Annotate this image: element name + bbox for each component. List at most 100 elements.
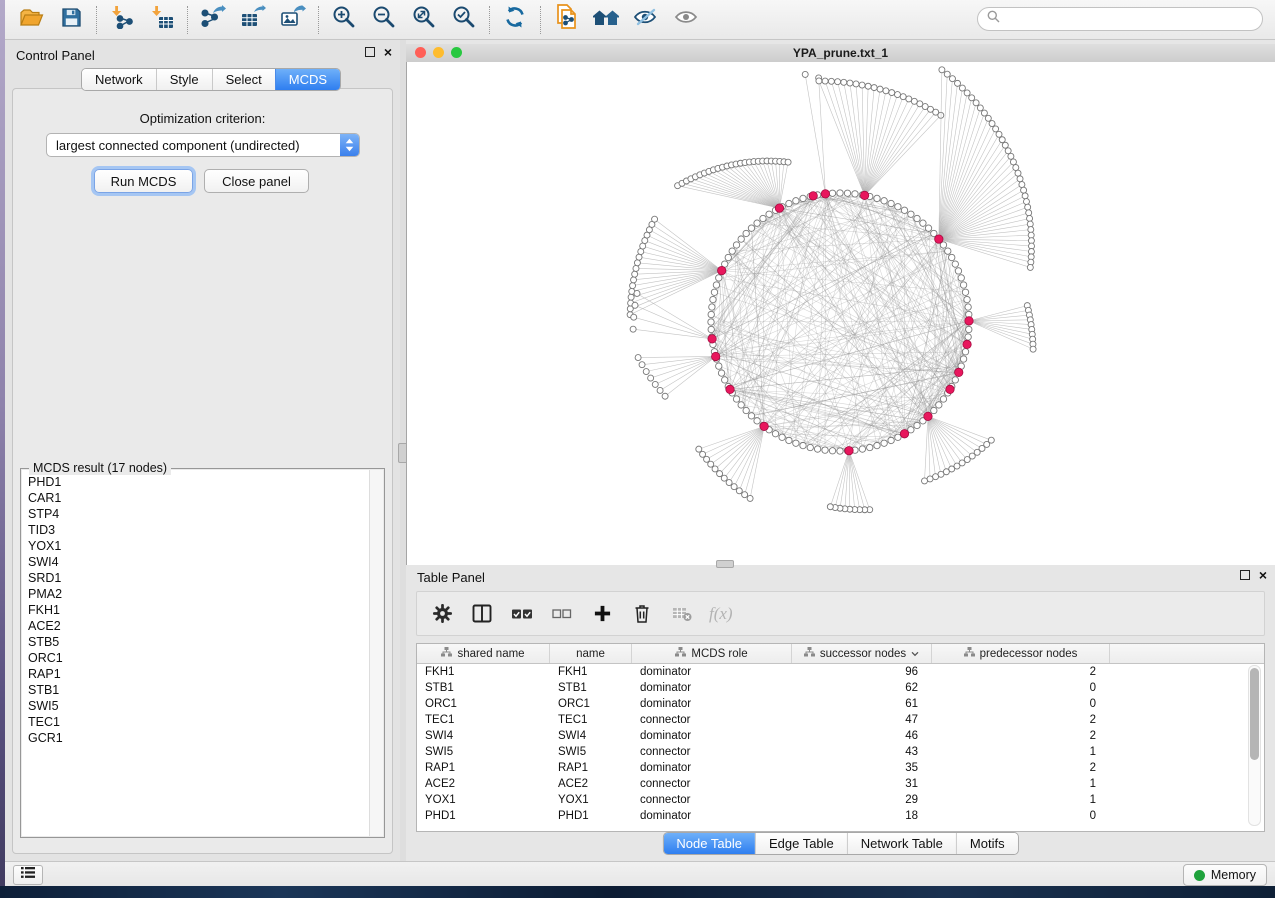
criterion-dropdown[interactable]: largest connected component (undirected) xyxy=(46,133,360,157)
import-network-button[interactable] xyxy=(102,4,142,36)
export-table-button[interactable] xyxy=(233,4,273,36)
add-column-button[interactable] xyxy=(589,601,615,627)
import-network-icon xyxy=(110,5,134,34)
mcds-result-group-title: MCDS result (17 nodes) xyxy=(29,461,171,475)
cell-successor_nodes: 61 xyxy=(792,698,932,710)
close-panel-icon[interactable]: × xyxy=(384,47,392,57)
table-row[interactable]: YOX1YOX1connector291 xyxy=(417,792,1264,808)
table-row[interactable]: FKH1FKH1dominator962 xyxy=(417,664,1264,680)
horizontal-splitter-handle[interactable] xyxy=(716,560,734,568)
split-view-icon[interactable] xyxy=(469,601,495,627)
control-panel-tabbar: NetworkStyleSelectMCDS xyxy=(81,68,341,91)
save-button[interactable] xyxy=(51,4,91,36)
mcds-result-item[interactable]: RAP1 xyxy=(22,666,369,682)
table-row[interactable]: SWI5SWI5connector431 xyxy=(417,744,1264,760)
close-panel-button[interactable]: Close panel xyxy=(204,169,309,193)
mcds-result-item[interactable]: ACE2 xyxy=(22,618,369,634)
tab-select[interactable]: Select xyxy=(212,69,275,90)
zoom-fit-button[interactable] xyxy=(404,4,444,36)
open-button[interactable] xyxy=(11,4,51,36)
table-row[interactable]: ACE2ACE2connector311 xyxy=(417,776,1264,792)
cell-shared_name: TEC1 xyxy=(417,714,550,726)
run-mcds-button[interactable]: Run MCDS xyxy=(94,169,193,193)
show-all-button[interactable] xyxy=(666,4,706,36)
table-tab-network-table[interactable]: Network Table xyxy=(847,833,956,854)
column-header-successor-nodes[interactable]: successor nodes xyxy=(792,644,932,663)
mcds-result-item[interactable]: TID3 xyxy=(22,522,369,538)
table-row[interactable]: ORC1ORC1dominator610 xyxy=(417,696,1264,712)
column-header-shared-name[interactable]: shared name xyxy=(417,644,550,663)
list-icon xyxy=(20,866,36,884)
cell-shared_name: ORC1 xyxy=(417,698,550,710)
tab-network[interactable]: Network xyxy=(82,69,156,90)
table-row[interactable]: TEC1TEC1connector472 xyxy=(417,712,1264,728)
import-table-button[interactable] xyxy=(142,4,182,36)
mcds-result-item[interactable]: FKH1 xyxy=(22,602,369,618)
mcds-result-item[interactable]: YOX1 xyxy=(22,538,369,554)
close-panel-icon[interactable]: × xyxy=(1259,570,1267,580)
network-graph xyxy=(407,62,1275,565)
table-tab-edge-table[interactable]: Edge Table xyxy=(755,833,847,854)
mcds-result-list[interactable]: PHD1CAR1STP4TID3YOX1SWI4SRD1PMA2FKH1ACE2… xyxy=(22,470,383,836)
duplicate-network-button[interactable] xyxy=(546,4,586,36)
table-row[interactable]: PHD1PHD1dominator180 xyxy=(417,808,1264,824)
table-scrollbar[interactable] xyxy=(1248,665,1261,826)
mcds-result-item[interactable]: PHD1 xyxy=(22,474,369,490)
table-row[interactable]: STB1STB1dominator620 xyxy=(417,680,1264,696)
search-field[interactable] xyxy=(977,7,1263,31)
mcds-result-item[interactable]: GCR1 xyxy=(22,730,369,746)
mcds-result-item[interactable]: TEC1 xyxy=(22,714,369,730)
settings-button[interactable] xyxy=(429,601,455,627)
table-row[interactable]: SWI4SWI4dominator462 xyxy=(417,728,1264,744)
tab-mcds[interactable]: MCDS xyxy=(275,69,340,90)
search-icon xyxy=(987,10,1000,28)
zoom-selected-button[interactable] xyxy=(444,4,484,36)
control-panel: Control Panel × NetworkStyleSelectMCDS O… xyxy=(5,40,400,862)
float-window-icon[interactable] xyxy=(1240,570,1250,580)
table-row[interactable]: RAP1RAP1dominator352 xyxy=(417,760,1264,776)
mcds-result-item[interactable]: STB1 xyxy=(22,682,369,698)
mcds-result-item[interactable]: SWI4 xyxy=(22,554,369,570)
network-window-titlebar[interactable]: YPA_prune.txt_1 xyxy=(406,44,1275,63)
mcds-result-item[interactable]: STB5 xyxy=(22,634,369,650)
cell-shared_name: STB1 xyxy=(417,682,550,694)
sort-order-icon[interactable] xyxy=(911,648,919,660)
refresh-button[interactable] xyxy=(495,4,535,36)
search-input[interactable] xyxy=(1005,11,1262,27)
zoom-in-button[interactable] xyxy=(324,4,364,36)
memory-button[interactable]: Memory xyxy=(1183,864,1267,886)
mcds-list-scrollbar[interactable] xyxy=(369,470,383,836)
mcds-result-item[interactable]: SWI5 xyxy=(22,698,369,714)
cell-successor_nodes: 46 xyxy=(792,730,932,742)
mcds-result-item[interactable]: STP4 xyxy=(22,506,369,522)
desktop-wallpaper-bottom xyxy=(0,886,1275,898)
cell-successor_nodes: 29 xyxy=(792,794,932,806)
tab-style[interactable]: Style xyxy=(156,69,212,90)
cell-predecessor_nodes: 2 xyxy=(932,666,1110,678)
export-network-button[interactable] xyxy=(193,4,233,36)
mcds-result-item[interactable]: ORC1 xyxy=(22,650,369,666)
column-header-name[interactable]: name xyxy=(550,644,632,663)
table-tab-motifs[interactable]: Motifs xyxy=(956,833,1018,854)
deselect-all-icon[interactable] xyxy=(549,601,575,627)
delete-column-button[interactable] xyxy=(629,601,655,627)
mcds-result-item[interactable]: CAR1 xyxy=(22,490,369,506)
column-header-mcds-role[interactable]: MCDS role xyxy=(632,644,792,663)
hide-selected-button[interactable] xyxy=(626,4,666,36)
mcds-result-item[interactable]: PMA2 xyxy=(22,586,369,602)
table-scrollbar-thumb[interactable] xyxy=(1250,668,1259,760)
zoom-selected-icon xyxy=(452,5,476,34)
mcds-result-item[interactable]: SRD1 xyxy=(22,570,369,586)
table-tab-node-table[interactable]: Node Table xyxy=(663,833,755,854)
cell-predecessor_nodes: 1 xyxy=(932,778,1110,790)
first-neighbors-button[interactable] xyxy=(586,4,626,36)
cell-name: ACE2 xyxy=(550,778,632,790)
zoom-out-button[interactable] xyxy=(364,4,404,36)
export-image-button[interactable] xyxy=(273,4,313,36)
network-canvas[interactable] xyxy=(406,62,1275,565)
show-panels-button[interactable] xyxy=(13,865,43,885)
float-window-icon[interactable] xyxy=(365,47,375,57)
cell-name: TEC1 xyxy=(550,714,632,726)
column-header-predecessor-nodes[interactable]: predecessor nodes xyxy=(932,644,1110,663)
select-all-icon[interactable] xyxy=(509,601,535,627)
